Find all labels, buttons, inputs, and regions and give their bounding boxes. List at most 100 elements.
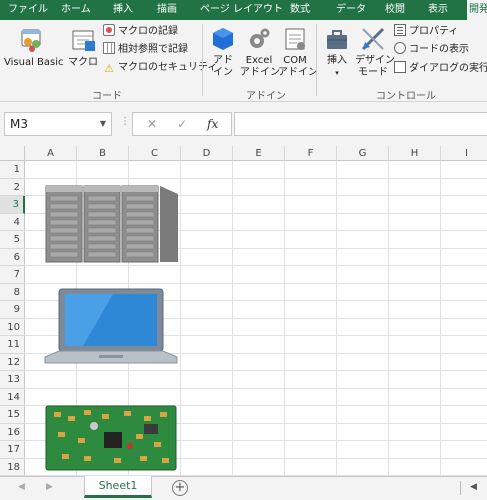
row-header[interactable]: 5 [0, 231, 25, 249]
chevron-down-icon[interactable]: ▼ [100, 113, 106, 135]
run-dialog-button[interactable]: ダイアログの実行 [394, 61, 487, 75]
visual-basic-button[interactable]: Visual Basic [4, 26, 64, 69]
macro-icon [72, 30, 95, 51]
row-header[interactable]: 15 [0, 406, 25, 424]
tab-formulas[interactable]: 数式 [290, 0, 310, 20]
record-macro-icon [103, 24, 115, 36]
circuit-board-image[interactable] [44, 402, 178, 474]
com-addins-label-line1: COM [283, 55, 307, 66]
relative-reference-icon [103, 42, 115, 54]
design-mode-button[interactable]: デザイン モード [355, 26, 395, 79]
row-header[interactable]: 11 [0, 336, 25, 354]
vertical-separator [460, 481, 461, 495]
gear-icon [250, 28, 270, 48]
tab-page-layout[interactable]: ページ レイアウト [200, 0, 283, 20]
row-header[interactable]: 13 [0, 371, 25, 389]
macro-button[interactable]: マクロ [66, 26, 100, 69]
design-mode-label-line1: デザイン [355, 55, 395, 66]
formula-input[interactable] [234, 112, 487, 136]
macro-security-button[interactable]: ⚠ マクロのセキュリティ [103, 61, 217, 75]
grid-line [284, 161, 285, 476]
scroll-right-icon[interactable]: ▶ [46, 482, 53, 492]
toolbox-icon [327, 30, 347, 49]
row-header[interactable]: 14 [0, 388, 25, 406]
record-macro-button[interactable]: マクロの記録 [103, 24, 178, 38]
row-header[interactable]: 16 [0, 423, 25, 441]
row-header[interactable]: 9 [0, 301, 25, 319]
row-header[interactable]: 2 [0, 178, 25, 196]
column-header[interactable]: C [129, 146, 181, 161]
select-all-corner[interactable] [0, 146, 25, 161]
column-header[interactable]: G [337, 146, 389, 161]
add-sheet-button[interactable]: + [172, 480, 188, 496]
cancel-icon[interactable]: ✕ [147, 117, 157, 131]
addin-button[interactable]: アド イン [208, 26, 238, 79]
column-header[interactable]: E [233, 146, 285, 161]
addin-label-line1: アド [213, 55, 233, 66]
worksheet-grid[interactable]: A B C D E F G H I 1 2 3 4 5 6 7 8 9 10 11 12 13 14 15 16 17 18 [0, 146, 487, 476]
tab-file[interactable]: ファイル [8, 0, 48, 20]
row-header[interactable]: 1 [0, 161, 25, 179]
run-dialog-icon [394, 61, 406, 73]
excel-addins-label-line1: Excel [245, 55, 273, 66]
scroll-left-icon[interactable]: ◀ [18, 482, 25, 492]
laptop-image[interactable] [43, 287, 179, 367]
run-dialog-label: ダイアログの実行 [409, 63, 487, 74]
grid-line [232, 161, 233, 476]
group-separator [316, 24, 317, 96]
tab-developer[interactable]: 開発 [467, 0, 487, 20]
row-header[interactable]: 7 [0, 266, 25, 284]
insert-control-label: 挿入 [327, 55, 347, 66]
properties-button[interactable]: プロパティ [394, 24, 458, 38]
tab-data[interactable]: データ [336, 0, 366, 20]
row-header[interactable]: 8 [0, 283, 25, 301]
grid-line [25, 177, 487, 179]
column-header[interactable]: A [25, 146, 77, 161]
com-addins-button[interactable]: COM アドイン [278, 26, 318, 79]
excel-addins-label-line2: アドイン [240, 67, 280, 78]
insert-function-icon[interactable]: fx [207, 117, 218, 131]
row-header[interactable]: 12 [0, 353, 25, 371]
relative-reference-label: 相対参照で記録 [118, 44, 188, 55]
row-header[interactable]: 17 [0, 441, 25, 459]
macro-label: マクロ [68, 57, 98, 68]
design-mode-icon [361, 27, 385, 51]
hscroll-left-icon[interactable]: ◀ [470, 482, 477, 492]
visual-basic-label: Visual Basic [4, 57, 64, 68]
row-header[interactable]: 4 [0, 213, 25, 231]
column-header[interactable]: D [181, 146, 233, 161]
properties-icon [394, 24, 406, 36]
group-separator [202, 24, 203, 96]
formula-bar: M3 ▼ ⋮ ✕ ✓ fx [0, 102, 487, 146]
ribbon: Visual Basic マクロ マクロの記録 相対参照で記録 ⚠ マクロのセキュ… [0, 20, 487, 102]
column-header[interactable]: B [77, 146, 129, 161]
view-code-button[interactable]: コードの表示 [394, 42, 469, 56]
row-header[interactable]: 3 [0, 196, 25, 214]
sheet-tab-sheet1[interactable]: Sheet1 [84, 476, 152, 498]
server-rack-image[interactable] [44, 184, 180, 264]
row-header[interactable]: 6 [0, 248, 25, 266]
excel-addins-button[interactable]: Excel アドイン [240, 26, 280, 79]
column-header[interactable]: F [285, 146, 337, 161]
row-header[interactable]: 18 [0, 458, 25, 476]
tab-insert[interactable]: 挿入 [113, 0, 133, 20]
grid-line [180, 161, 181, 476]
design-mode-label-line2: モード [358, 67, 388, 78]
grid-line [336, 161, 337, 476]
relative-reference-button[interactable]: 相対参照で記録 [103, 42, 188, 56]
grip-dots: ⋮ [120, 116, 130, 127]
tab-draw[interactable]: 描画 [157, 0, 177, 20]
tab-view[interactable]: 表示 [428, 0, 448, 20]
row-header[interactable]: 10 [0, 318, 25, 336]
tab-review[interactable]: 校閲 [385, 0, 405, 20]
column-header[interactable]: I [441, 146, 487, 161]
insert-control-button[interactable]: 挿入 ▾ [320, 26, 354, 79]
grid-line [25, 387, 487, 389]
group-label-addins: アドイン [246, 91, 286, 102]
enter-icon[interactable]: ✓ [177, 117, 187, 131]
column-header[interactable]: H [389, 146, 441, 161]
name-box[interactable]: M3 ▼ [4, 112, 112, 136]
tab-home[interactable]: ホーム [61, 0, 91, 20]
com-addins-icon [285, 28, 305, 50]
visual-basic-icon [21, 29, 41, 52]
